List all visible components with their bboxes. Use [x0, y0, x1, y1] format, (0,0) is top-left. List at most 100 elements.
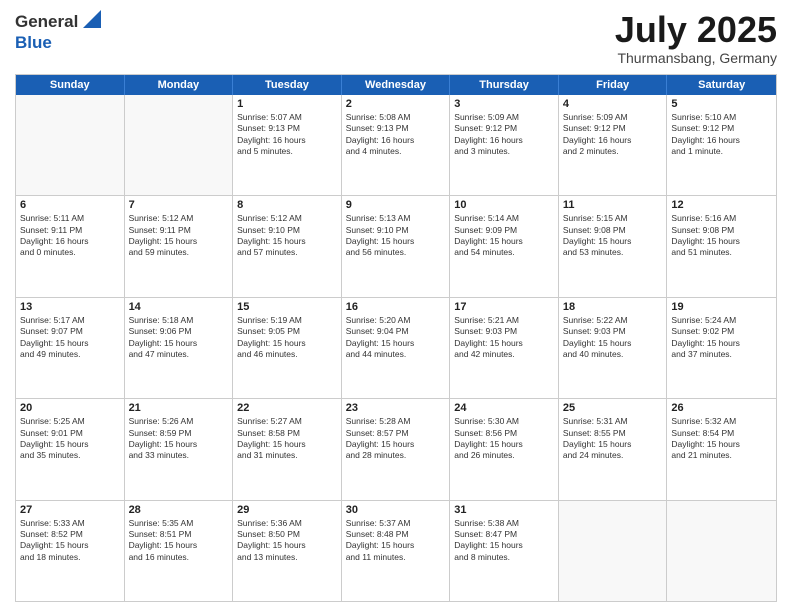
day-number: 1	[237, 98, 337, 110]
day-info: Sunrise: 5:08 AM Sunset: 9:13 PM Dayligh…	[346, 112, 446, 158]
day-number: 9	[346, 199, 446, 211]
cal-cell: 23 Sunrise: 5:28 AM Sunset: 8:57 PM Dayli…	[342, 399, 451, 499]
cal-cell: 8Sunrise: 5:12 AM Sunset: 9:10 PM Daylig…	[233, 196, 342, 296]
cal-cell: 9 Sunrise: 5:13 AM Sunset: 9:10 PM Daylig…	[342, 196, 451, 296]
day-info: Sunrise: 5:18 AM Sunset: 9:06 PM Dayligh…	[129, 315, 229, 361]
cal-cell: 10 Sunrise: 5:14 AM Sunset: 9:09 PM Dayli…	[450, 196, 559, 296]
cal-cell: 26Sunrise: 5:32 AM Sunset: 8:54 PM Dayli…	[667, 399, 776, 499]
day-number: 21	[129, 402, 229, 414]
day-info: Sunrise: 5:17 AM Sunset: 9:07 PM Dayligh…	[20, 315, 120, 361]
cal-cell: 4 Sunrise: 5:09 AM Sunset: 9:12 PM Daylig…	[559, 95, 668, 195]
day-info: Sunrise: 5:14 AM Sunset: 9:09 PM Dayligh…	[454, 213, 554, 259]
day-number: 7	[129, 199, 229, 211]
day-info: Sunrise: 5:32 AM Sunset: 8:54 PM Dayligh…	[671, 416, 772, 462]
day-number: 20	[20, 402, 120, 414]
day-header-wednesday: Wednesday	[342, 75, 451, 95]
day-number: 15	[237, 301, 337, 313]
day-number: 28	[129, 504, 229, 516]
day-header-tuesday: Tuesday	[233, 75, 342, 95]
day-info: Sunrise: 5:26 AM Sunset: 8:59 PM Dayligh…	[129, 416, 229, 462]
cal-cell: 30 Sunrise: 5:37 AM Sunset: 8:48 PM Dayli…	[342, 501, 451, 601]
day-header-monday: Monday	[125, 75, 234, 95]
day-number: 6	[20, 199, 120, 211]
week-row-3: 13 Sunrise: 5:17 AM Sunset: 9:07 PM Dayli…	[16, 298, 776, 399]
cal-cell: 17 Sunrise: 5:21 AM Sunset: 9:03 PM Dayli…	[450, 298, 559, 398]
logo-blue-text: Blue	[15, 33, 52, 52]
day-header-sunday: Sunday	[16, 75, 125, 95]
day-header-thursday: Thursday	[450, 75, 559, 95]
day-info: Sunrise: 5:21 AM Sunset: 9:03 PM Dayligh…	[454, 315, 554, 361]
day-number: 29	[237, 504, 337, 516]
day-info: Sunrise: 5:16 AM Sunset: 9:08 PM Dayligh…	[671, 213, 772, 259]
cal-cell: 29 Sunrise: 5:36 AM Sunset: 8:50 PM Dayli…	[233, 501, 342, 601]
cal-cell: 5Sunrise: 5:10 AM Sunset: 9:12 PM Daylig…	[667, 95, 776, 195]
day-number: 27	[20, 504, 120, 516]
cal-cell	[559, 501, 668, 601]
day-info: Sunrise: 5:11 AM Sunset: 9:11 PM Dayligh…	[20, 213, 120, 259]
day-info: Sunrise: 5:09 AM Sunset: 9:12 PM Dayligh…	[563, 112, 663, 158]
day-number: 30	[346, 504, 446, 516]
day-number: 3	[454, 98, 554, 110]
day-info: Sunrise: 5:30 AM Sunset: 8:56 PM Dayligh…	[454, 416, 554, 462]
cal-cell: 18Sunrise: 5:22 AM Sunset: 9:03 PM Dayli…	[559, 298, 668, 398]
logo-triangle-icon	[83, 10, 101, 33]
day-info: Sunrise: 5:07 AM Sunset: 9:13 PM Dayligh…	[237, 112, 337, 158]
day-header-friday: Friday	[559, 75, 668, 95]
calendar-body: 1 Sunrise: 5:07 AM Sunset: 9:13 PM Daylig…	[16, 95, 776, 601]
week-row-1: 1 Sunrise: 5:07 AM Sunset: 9:13 PM Daylig…	[16, 95, 776, 196]
day-info: Sunrise: 5:20 AM Sunset: 9:04 PM Dayligh…	[346, 315, 446, 361]
cal-cell: 15 Sunrise: 5:19 AM Sunset: 9:05 PM Dayli…	[233, 298, 342, 398]
cal-cell: 16 Sunrise: 5:20 AM Sunset: 9:04 PM Dayli…	[342, 298, 451, 398]
cal-cell: 13 Sunrise: 5:17 AM Sunset: 9:07 PM Dayli…	[16, 298, 125, 398]
day-info: Sunrise: 5:37 AM Sunset: 8:48 PM Dayligh…	[346, 518, 446, 564]
cal-cell: 19Sunrise: 5:24 AM Sunset: 9:02 PM Dayli…	[667, 298, 776, 398]
day-number: 2	[346, 98, 446, 110]
cal-cell: 21 Sunrise: 5:26 AM Sunset: 8:59 PM Dayli…	[125, 399, 234, 499]
cal-cell: 7 Sunrise: 5:12 AM Sunset: 9:11 PM Daylig…	[125, 196, 234, 296]
day-number: 25	[563, 402, 663, 414]
day-info: Sunrise: 5:33 AM Sunset: 8:52 PM Dayligh…	[20, 518, 120, 564]
day-info: Sunrise: 5:12 AM Sunset: 9:11 PM Dayligh…	[129, 213, 229, 259]
day-info: Sunrise: 5:36 AM Sunset: 8:50 PM Dayligh…	[237, 518, 337, 564]
cal-cell: 11Sunrise: 5:15 AM Sunset: 9:08 PM Dayli…	[559, 196, 668, 296]
day-number: 5	[671, 98, 772, 110]
day-info: Sunrise: 5:28 AM Sunset: 8:57 PM Dayligh…	[346, 416, 446, 462]
day-number: 8	[237, 199, 337, 211]
header: General Blue July 2025 Thurmansbang, Ger…	[15, 10, 777, 66]
title-block: July 2025 Thurmansbang, Germany	[615, 10, 777, 66]
day-info: Sunrise: 5:31 AM Sunset: 8:55 PM Dayligh…	[563, 416, 663, 462]
cal-cell: 1 Sunrise: 5:07 AM Sunset: 9:13 PM Daylig…	[233, 95, 342, 195]
day-info: Sunrise: 5:09 AM Sunset: 9:12 PM Dayligh…	[454, 112, 554, 158]
calendar-header: SundayMondayTuesdayWednesdayThursdayFrid…	[16, 75, 776, 95]
cal-cell	[125, 95, 234, 195]
day-number: 4	[563, 98, 663, 110]
day-number: 14	[129, 301, 229, 313]
day-number: 23	[346, 402, 446, 414]
cal-cell: 28Sunrise: 5:35 AM Sunset: 8:51 PM Dayli…	[125, 501, 234, 601]
day-number: 18	[563, 301, 663, 313]
week-row-4: 20 Sunrise: 5:25 AM Sunset: 9:01 PM Dayli…	[16, 399, 776, 500]
week-row-5: 27 Sunrise: 5:33 AM Sunset: 8:52 PM Dayli…	[16, 501, 776, 601]
cal-cell: 2 Sunrise: 5:08 AM Sunset: 9:13 PM Daylig…	[342, 95, 451, 195]
day-number: 13	[20, 301, 120, 313]
cal-cell: 31Sunrise: 5:38 AM Sunset: 8:47 PM Dayli…	[450, 501, 559, 601]
day-number: 22	[237, 402, 337, 414]
cal-cell: 12 Sunrise: 5:16 AM Sunset: 9:08 PM Dayli…	[667, 196, 776, 296]
cal-cell: 20 Sunrise: 5:25 AM Sunset: 9:01 PM Dayli…	[16, 399, 125, 499]
day-info: Sunrise: 5:38 AM Sunset: 8:47 PM Dayligh…	[454, 518, 554, 564]
day-number: 16	[346, 301, 446, 313]
day-number: 10	[454, 199, 554, 211]
day-number: 19	[671, 301, 772, 313]
cal-cell: 3 Sunrise: 5:09 AM Sunset: 9:12 PM Daylig…	[450, 95, 559, 195]
location: Thurmansbang, Germany	[615, 50, 777, 66]
day-number: 11	[563, 199, 663, 211]
month-title: July 2025	[615, 10, 777, 50]
day-number: 17	[454, 301, 554, 313]
day-number: 12	[671, 199, 772, 211]
day-header-saturday: Saturday	[667, 75, 776, 95]
day-info: Sunrise: 5:19 AM Sunset: 9:05 PM Dayligh…	[237, 315, 337, 361]
day-info: Sunrise: 5:27 AM Sunset: 8:58 PM Dayligh…	[237, 416, 337, 462]
day-info: Sunrise: 5:13 AM Sunset: 9:10 PM Dayligh…	[346, 213, 446, 259]
cal-cell: 22 Sunrise: 5:27 AM Sunset: 8:58 PM Dayli…	[233, 399, 342, 499]
day-info: Sunrise: 5:25 AM Sunset: 9:01 PM Dayligh…	[20, 416, 120, 462]
